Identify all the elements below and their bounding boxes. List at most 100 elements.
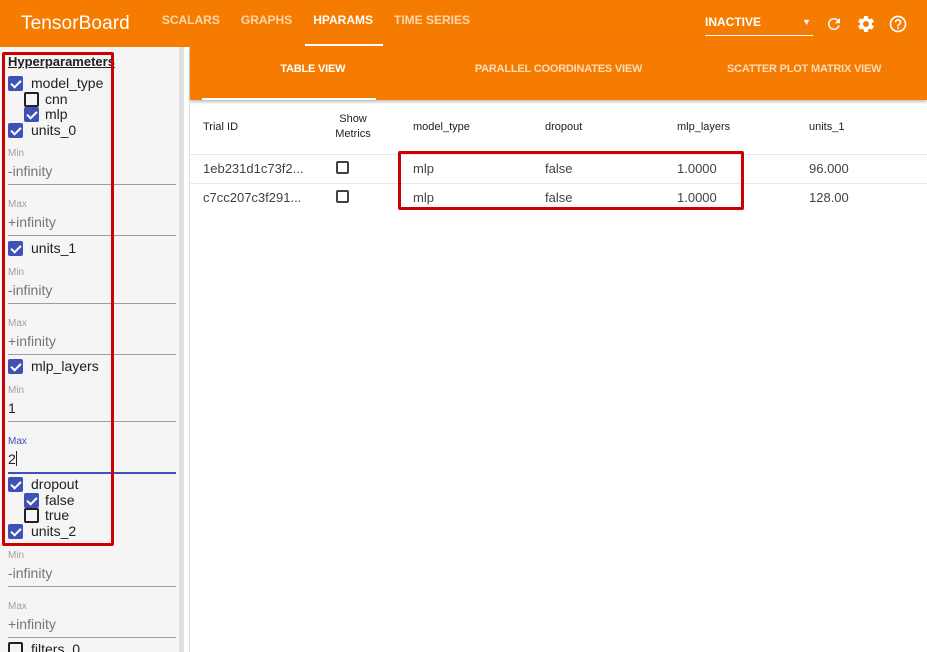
cell-dropout: false	[545, 190, 573, 206]
hparams-filter-sidebar: Hyperparameters model_type cnn mlp units…	[0, 47, 184, 652]
option-label: mlp	[45, 106, 68, 122]
hparam-label: units_1	[31, 240, 77, 256]
units-1-min-input[interactable]: -infinity	[8, 282, 176, 300]
mlp-layers-max-input[interactable]: 2	[8, 451, 16, 467]
nav-tab-graphs[interactable]: GRAPHS	[241, 0, 292, 47]
units-0-max-input[interactable]: +infinity	[8, 214, 176, 232]
units-2-max-field[interactable]: Max +infinity	[8, 601, 176, 638]
plugin-nav: SCALARS GRAPHS HPARAMS TIME SERIES	[162, 0, 491, 47]
table-row[interactable]: c7cc207c3f291... mlp false 1.0000 128.00	[190, 183, 927, 212]
checkbox-checked-icon[interactable]	[24, 492, 39, 508]
mlp-layers-min-input[interactable]: 1	[8, 400, 176, 418]
tab-table-view[interactable]: TABLE VIEW	[190, 47, 436, 100]
field-label: Max	[8, 318, 27, 329]
cell-model-type: mlp	[413, 190, 434, 206]
units-0-max-field[interactable]: Max +infinity	[8, 199, 176, 236]
show-metrics-checkbox[interactable]	[336, 160, 349, 174]
cell-model-type: mlp	[400, 154, 532, 184]
header-show-metrics[interactable]: Show Metrics	[320, 100, 400, 155]
app-title: TensorBoard	[21, 12, 130, 34]
model-type-option-mlp[interactable]: mlp	[24, 106, 68, 122]
inactive-dropdown-label: INACTIVE	[705, 14, 762, 29]
text-cursor	[15, 451, 17, 466]
units-2-min-input[interactable]: -infinity	[8, 565, 176, 583]
field-label: Max	[8, 601, 27, 612]
mlp-layers-max-field[interactable]: Max 2	[8, 436, 176, 474]
header-dropout[interactable]: dropout	[532, 100, 664, 155]
input-underline	[8, 421, 176, 422]
model-type-option-cnn[interactable]: cnn	[24, 91, 68, 107]
units-1-max-input[interactable]: +infinity	[8, 333, 176, 351]
field-label: Min	[8, 550, 25, 561]
refresh-icon	[827, 17, 840, 30]
hparam-label: model_type	[31, 75, 104, 91]
option-label: false	[45, 492, 75, 508]
topbar-actions: INACTIVE ▼	[705, 0, 927, 47]
checkbox-checked-icon[interactable]	[8, 476, 23, 492]
cell-dropout: false	[532, 154, 664, 184]
header-trial-id[interactable]: Trial ID	[190, 100, 320, 155]
input-underline	[8, 354, 176, 355]
input-underline-focused	[8, 472, 176, 474]
hparam-filters-0-toggle[interactable]: filters_0	[8, 641, 80, 652]
hparam-label: filters_0	[31, 641, 81, 652]
hparam-label: mlp_layers	[31, 358, 99, 374]
mlp-layers-min-field[interactable]: Min 1	[8, 385, 176, 422]
checkbox-unchecked-icon[interactable]	[24, 91, 39, 107]
dropout-option-true[interactable]: true	[24, 507, 69, 523]
mlp-layers-max-input-wrap[interactable]: 2	[8, 451, 176, 469]
hparam-label: dropout	[31, 476, 79, 492]
nav-tab-hparams[interactable]: HPARAMS	[305, 0, 383, 47]
hyperparameters-heading: Hyperparameters	[8, 54, 115, 69]
units-2-max-input[interactable]: +infinity	[8, 616, 176, 634]
hparam-label: units_0	[31, 122, 77, 138]
settings-button[interactable]	[853, 11, 879, 37]
help-icon	[889, 15, 907, 32]
header-model-type[interactable]: model_type	[400, 100, 532, 155]
table-row[interactable]: 1eb231d1c73f2... mlp false 1.0000 96.000	[190, 154, 927, 184]
checkbox-checked-icon[interactable]	[8, 75, 23, 91]
field-label: Max	[8, 436, 27, 447]
settings-gear-icon	[858, 15, 874, 32]
tab-scatter-plot-matrix-view[interactable]: SCATTER PLOT MATRIX VIEW	[681, 47, 927, 100]
hparam-units-0-toggle[interactable]: units_0	[8, 122, 76, 138]
checkbox-checked-icon[interactable]	[8, 358, 23, 374]
input-underline	[8, 235, 176, 236]
help-button[interactable]	[885, 11, 911, 37]
cell-trial-id: c7cc207c3f291...	[203, 190, 302, 206]
header-mlp-layers[interactable]: mlp_layers	[664, 100, 796, 155]
units-2-min-field[interactable]: Min -infinity	[8, 550, 176, 587]
tab-parallel-coordinates-view[interactable]: PARALLEL COORDINATES VIEW	[436, 47, 682, 100]
cell-units-1: 96.000	[796, 154, 927, 184]
cell-show-metrics	[320, 183, 400, 212]
hparam-mlp-layers-toggle[interactable]: mlp_layers	[8, 358, 99, 374]
hparam-units-2-toggle[interactable]: units_2	[8, 523, 76, 539]
checkbox-checked-icon[interactable]	[8, 240, 23, 256]
hparam-label: units_2	[31, 523, 77, 539]
header-units-1[interactable]: units_1	[796, 100, 927, 155]
input-underline	[8, 184, 176, 185]
checkbox-checked-icon[interactable]	[8, 122, 23, 138]
checkbox-checked-icon[interactable]	[24, 106, 39, 122]
units-1-max-field[interactable]: Max +infinity	[8, 318, 176, 355]
inactive-plugins-dropdown[interactable]: INACTIVE ▼	[705, 12, 813, 36]
units-0-min-input[interactable]: -infinity	[8, 163, 176, 181]
units-0-min-field[interactable]: Min -infinity	[8, 148, 176, 185]
checkbox-unchecked-icon[interactable]	[8, 641, 23, 652]
option-label: cnn	[45, 91, 68, 107]
trials-table: Trial ID Show Metrics model_type dropout…	[190, 100, 927, 212]
checkbox-checked-icon[interactable]	[8, 523, 23, 539]
dropout-option-false[interactable]: false	[24, 492, 75, 508]
checkbox-unchecked-icon[interactable]	[24, 507, 39, 523]
show-metrics-checkbox[interactable]	[336, 189, 349, 203]
hparam-units-1-toggle[interactable]: units_1	[8, 240, 76, 256]
view-tabs: TABLE VIEW PARALLEL COORDINATES VIEW SCA…	[190, 47, 927, 100]
nav-tab-scalars[interactable]: SCALARS	[162, 0, 220, 47]
refresh-button[interactable]	[821, 11, 847, 37]
input-underline	[8, 303, 176, 304]
hparam-dropout-toggle[interactable]: dropout	[8, 476, 78, 492]
hparam-model-type-toggle[interactable]: model_type	[8, 75, 103, 91]
units-1-min-field[interactable]: Min -infinity	[8, 267, 176, 304]
input-underline	[8, 586, 176, 587]
nav-tab-time-series[interactable]: TIME SERIES	[394, 0, 470, 47]
